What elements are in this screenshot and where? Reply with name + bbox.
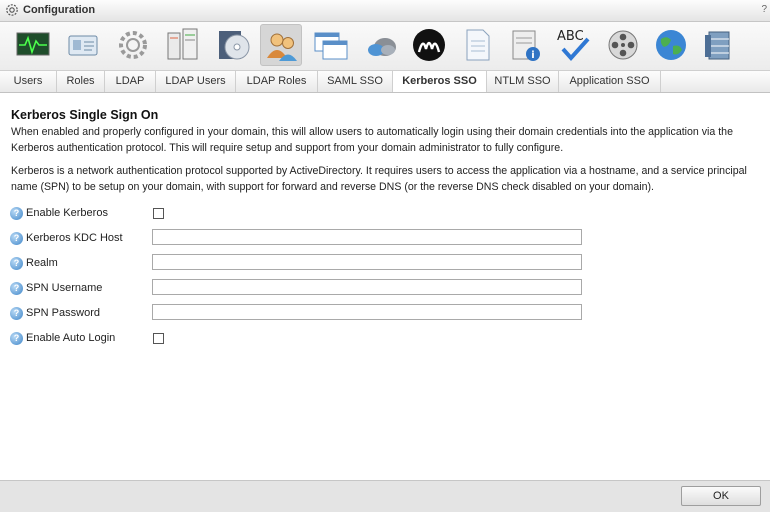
description-line: Kerberos is a network authentication pro… — [11, 165, 747, 177]
tab-bar: Users Roles LDAP LDAP Users LDAP Roles S… — [0, 70, 770, 93]
configuration-window: Configuration ? i ABC Users Roles LDAP L… — [0, 0, 770, 512]
help-icon[interactable]: ? — [10, 257, 23, 270]
spn-username-label: SPN Username — [26, 282, 103, 294]
spellcheck-icon[interactable]: ABC — [552, 24, 594, 66]
kdc-host-input[interactable] — [152, 229, 582, 245]
cloud-icon[interactable] — [360, 24, 402, 66]
gear-icon — [6, 4, 18, 16]
help-icon[interactable]: ? — [10, 332, 23, 345]
help-icon[interactable]: ? — [10, 307, 23, 320]
tab-saml-sso[interactable]: SAML SSO — [318, 71, 393, 92]
tab-kerberos-sso[interactable]: Kerberos SSO — [393, 71, 487, 92]
title-bar: Configuration ? — [0, 0, 770, 22]
tab-ntlm-sso[interactable]: NTLM SSO — [487, 71, 559, 92]
section-title: Kerberos Single Sign On — [11, 108, 159, 122]
document-icon[interactable] — [456, 24, 498, 66]
tab-ldap[interactable]: LDAP — [105, 71, 156, 92]
description-line: When enabled and properly configured in … — [11, 126, 733, 138]
enable-auto-login-label: Enable Auto Login — [26, 332, 116, 344]
spn-username-input[interactable] — [152, 279, 582, 295]
tab-application-sso[interactable]: Application SSO — [559, 71, 661, 92]
svg-text:i: i — [531, 50, 534, 61]
tab-ldap-roles[interactable]: LDAP Roles — [236, 71, 318, 92]
description-line: name (SPN) to be setup on your domain, w… — [11, 181, 654, 193]
svg-text:ABC: ABC — [557, 29, 584, 44]
help-icon[interactable]: ? — [10, 207, 23, 220]
disc-icon[interactable] — [212, 24, 254, 66]
spn-password-input[interactable] — [152, 304, 582, 320]
windows-icon[interactable] — [310, 24, 352, 66]
logo-m-icon[interactable] — [408, 24, 450, 66]
tab-users[interactable]: Users — [0, 71, 57, 92]
id-card-icon[interactable] — [62, 24, 104, 66]
enable-kerberos-checkbox[interactable] — [153, 208, 164, 219]
help-icon[interactable]: ? — [10, 232, 23, 245]
realm-input[interactable] — [152, 254, 582, 270]
globe-icon[interactable] — [650, 24, 692, 66]
ok-button[interactable]: OK — [681, 486, 761, 506]
users-icon[interactable] — [260, 24, 302, 66]
server-icon[interactable] — [162, 24, 204, 66]
enable-auto-login-checkbox[interactable] — [153, 333, 164, 344]
gear-icon[interactable] — [112, 24, 154, 66]
icon-toolbar: i ABC — [0, 22, 770, 70]
realm-label: Realm — [26, 257, 58, 269]
help-button[interactable]: ? — [761, 4, 767, 15]
description-line: Kerberos authentication protocol. This w… — [11, 142, 564, 154]
kerberos-panel: Kerberos Single Sign On When enabled and… — [0, 93, 770, 480]
tab-roles[interactable]: Roles — [57, 71, 105, 92]
database-icon[interactable] — [698, 24, 740, 66]
tab-ldap-users[interactable]: LDAP Users — [156, 71, 236, 92]
info-doc-icon[interactable]: i — [504, 24, 546, 66]
enable-kerberos-label: Enable Kerberos — [26, 207, 108, 219]
spn-password-label: SPN Password — [26, 307, 100, 319]
help-icon[interactable]: ? — [10, 282, 23, 295]
window-title: Configuration — [23, 4, 96, 16]
kdc-host-label: Kerberos KDC Host — [26, 232, 123, 244]
film-reel-icon[interactable] — [602, 24, 644, 66]
monitor-icon[interactable] — [12, 24, 54, 66]
footer-bar: OK — [0, 480, 770, 512]
